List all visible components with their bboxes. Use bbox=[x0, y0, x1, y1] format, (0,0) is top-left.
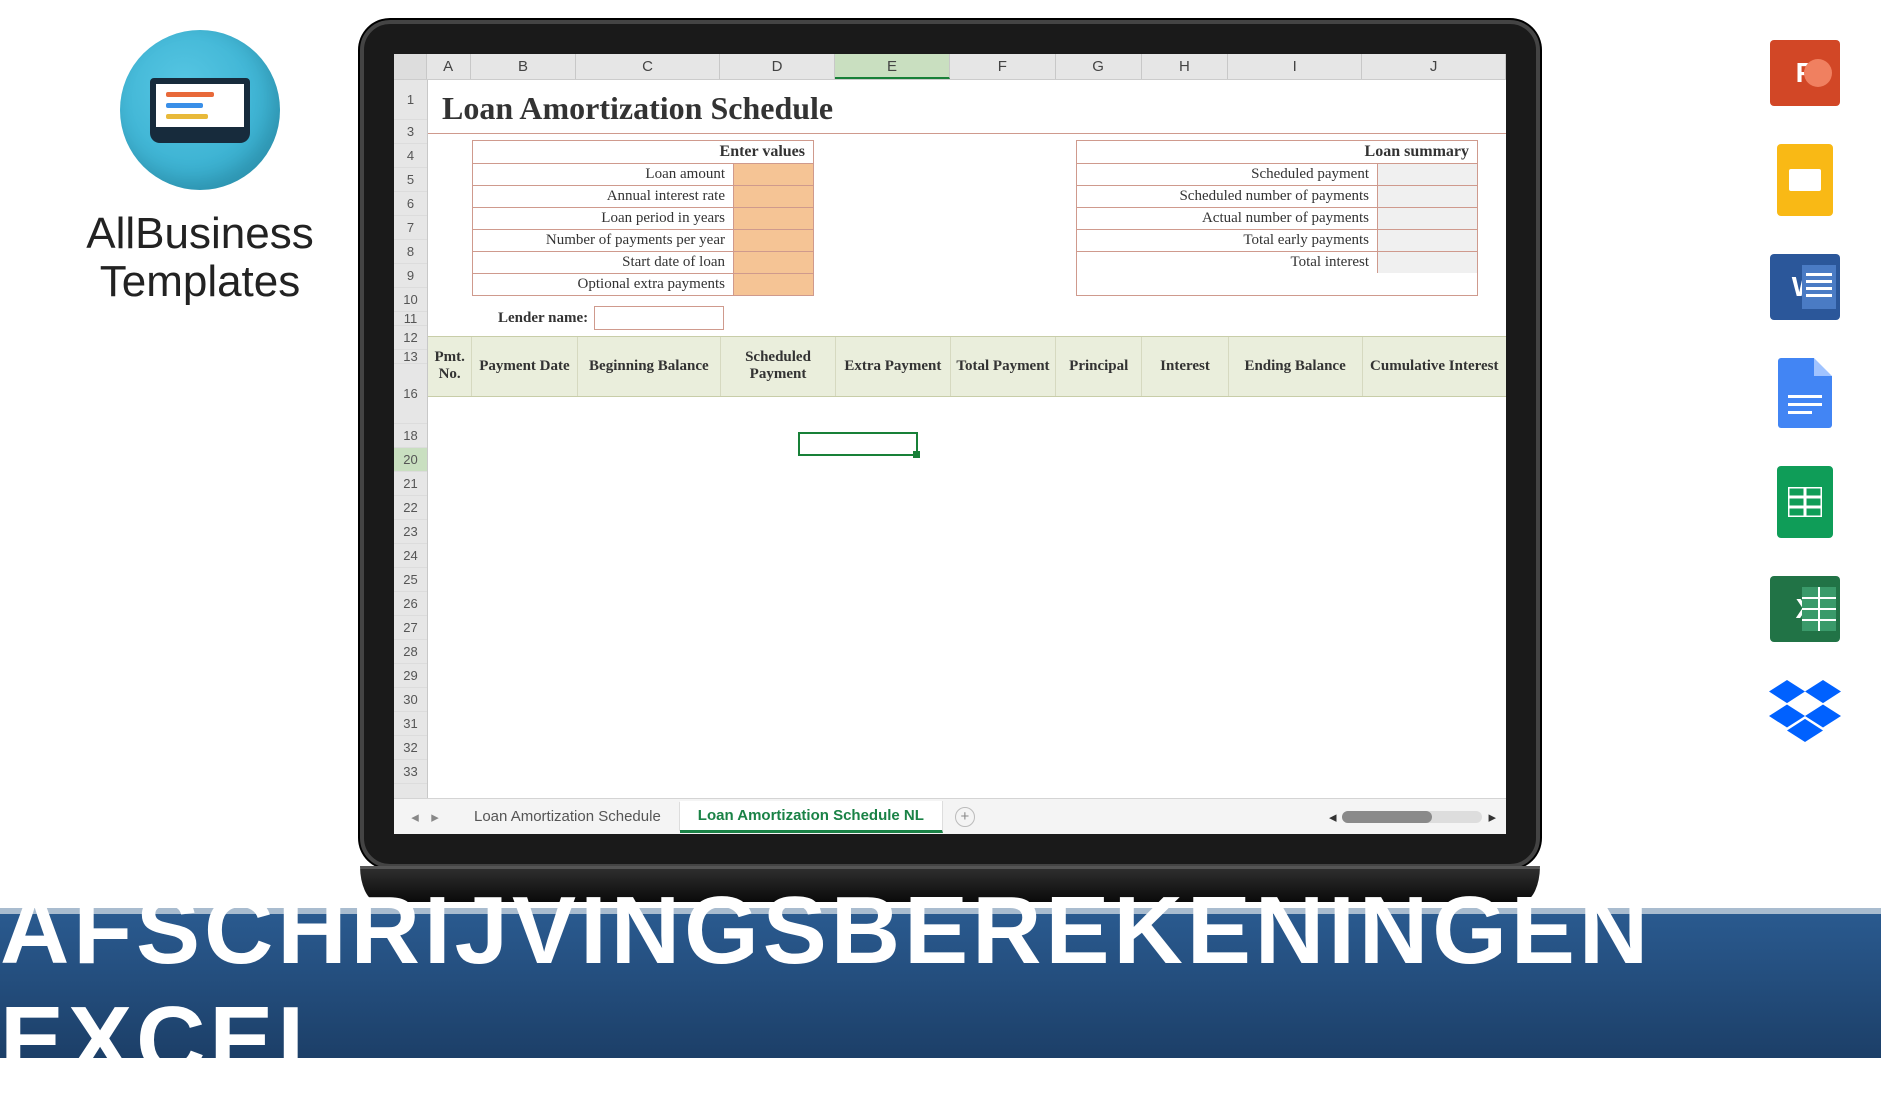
row-num[interactable]: 25 bbox=[394, 568, 427, 592]
start-date-input[interactable] bbox=[733, 252, 813, 273]
sheet-title: Loan Amortization Schedule bbox=[428, 80, 1506, 134]
row-num[interactable]: 16 bbox=[394, 364, 427, 424]
enter-values-box: Enter values Loan amount Annual interest… bbox=[472, 140, 814, 296]
row-num[interactable]: 18 bbox=[394, 424, 427, 448]
row-num[interactable]: 23 bbox=[394, 520, 427, 544]
row-num[interactable]: 22 bbox=[394, 496, 427, 520]
hscroll-right-icon[interactable]: ▸ bbox=[1488, 808, 1496, 826]
col-A[interactable]: A bbox=[427, 54, 471, 79]
scheduled-payment-cell bbox=[1377, 164, 1477, 185]
google-sheets-icon[interactable] bbox=[1777, 466, 1833, 538]
row-num[interactable]: 13 bbox=[394, 350, 427, 364]
app-icons-column: P W X bbox=[1769, 40, 1841, 747]
add-sheet-button[interactable]: + bbox=[955, 807, 975, 827]
dropbox-icon[interactable] bbox=[1769, 680, 1841, 747]
sheet-tabs-bar: ◂ ▸ Loan Amortization Schedule Loan Amor… bbox=[394, 798, 1506, 834]
col-D[interactable]: D bbox=[720, 54, 835, 79]
loan-summary-header: Loan summary bbox=[1077, 141, 1477, 163]
row-num[interactable]: 32 bbox=[394, 736, 427, 760]
hscroll-thumb[interactable] bbox=[1342, 811, 1432, 823]
row-num[interactable]: 33 bbox=[394, 760, 427, 784]
lender-label: Lender name: bbox=[498, 310, 588, 327]
row-num[interactable]: 30 bbox=[394, 688, 427, 712]
logo-text-line1: AllBusiness bbox=[80, 210, 320, 258]
excel-app: A B C D E F G H I J 1 3 4 5 6 7 8 9 bbox=[394, 54, 1506, 834]
row-num[interactable]: 7 bbox=[394, 216, 427, 240]
col-C[interactable]: C bbox=[576, 54, 720, 79]
row-num[interactable]: 11 bbox=[394, 312, 427, 326]
col-I[interactable]: I bbox=[1228, 54, 1362, 79]
tab-nav-first-icon[interactable]: ◂ bbox=[406, 808, 424, 826]
row-num[interactable]: 28 bbox=[394, 640, 427, 664]
extra-payments-input[interactable] bbox=[733, 274, 813, 295]
col-E[interactable]: E bbox=[835, 54, 950, 79]
row-num[interactable]: 24 bbox=[394, 544, 427, 568]
selected-cell[interactable] bbox=[798, 432, 918, 456]
interest-rate-input[interactable] bbox=[733, 186, 813, 207]
lender-name-input[interactable] bbox=[594, 306, 724, 330]
google-slides-icon[interactable] bbox=[1777, 144, 1833, 216]
loan-period-input[interactable] bbox=[733, 208, 813, 229]
brand-logo: AllBusiness Templates bbox=[80, 30, 320, 307]
sheet-content[interactable]: Loan Amortization Schedule Enter values … bbox=[428, 80, 1506, 798]
row-num[interactable]: 20 bbox=[394, 448, 427, 472]
enter-values-header: Enter values bbox=[473, 141, 813, 163]
hscroll-track[interactable] bbox=[1342, 811, 1482, 823]
row-num[interactable]: 29 bbox=[394, 664, 427, 688]
word-icon[interactable]: W bbox=[1770, 254, 1840, 320]
payments-per-year-input[interactable] bbox=[733, 230, 813, 251]
row-num[interactable]: 27 bbox=[394, 616, 427, 640]
row-num[interactable]: 1 bbox=[394, 80, 427, 120]
tab-loan-amortization[interactable]: Loan Amortization Schedule bbox=[456, 802, 680, 831]
row-num[interactable]: 6 bbox=[394, 192, 427, 216]
col-F[interactable]: F bbox=[950, 54, 1055, 79]
col-J[interactable]: J bbox=[1362, 54, 1506, 79]
row-num[interactable]: 26 bbox=[394, 592, 427, 616]
logo-text-line2: Templates bbox=[80, 258, 320, 306]
row-num[interactable]: 12 bbox=[394, 326, 427, 350]
laptop-mockup: A B C D E F G H I J 1 3 4 5 6 7 8 9 bbox=[360, 20, 1540, 902]
col-G[interactable]: G bbox=[1056, 54, 1142, 79]
row-num[interactable]: 31 bbox=[394, 712, 427, 736]
row-num[interactable]: 8 bbox=[394, 240, 427, 264]
tab-loan-amortization-nl[interactable]: Loan Amortization Schedule NL bbox=[680, 801, 943, 833]
logo-badge bbox=[120, 30, 280, 190]
excel-icon[interactable]: X bbox=[1770, 576, 1840, 642]
row-num[interactable]: 9 bbox=[394, 264, 427, 288]
col-H[interactable]: H bbox=[1142, 54, 1228, 79]
footer-title: AFSCHRIJVINGSBEREKENINGEN EXCEL bbox=[0, 876, 1881, 1096]
tab-nav-prev-icon[interactable]: ▸ bbox=[426, 808, 444, 826]
total-interest-cell bbox=[1377, 252, 1477, 273]
footer-banner: AFSCHRIJVINGSBEREKENINGEN EXCEL bbox=[0, 908, 1881, 1058]
col-B[interactable]: B bbox=[471, 54, 576, 79]
row-num[interactable]: 4 bbox=[394, 144, 427, 168]
row-number-gutter: 1 3 4 5 6 7 8 9 10 11 12 13 16 18 20 21 … bbox=[394, 80, 428, 798]
powerpoint-icon[interactable]: P bbox=[1770, 40, 1840, 106]
schedule-header-row: Pmt. No. Payment Date Beginning Balance … bbox=[428, 336, 1506, 397]
row-num[interactable]: 10 bbox=[394, 288, 427, 312]
actual-num-payments-cell bbox=[1377, 208, 1477, 229]
total-early-payments-cell bbox=[1377, 230, 1477, 251]
google-docs-icon[interactable] bbox=[1778, 358, 1832, 428]
loan-amount-input[interactable] bbox=[733, 164, 813, 185]
loan-summary-box: Loan summary Scheduled payment Scheduled… bbox=[1076, 140, 1478, 296]
row-num[interactable]: 21 bbox=[394, 472, 427, 496]
row-num[interactable]: 3 bbox=[394, 120, 427, 144]
row-num[interactable]: 5 bbox=[394, 168, 427, 192]
hscroll-left-icon[interactable]: ◂ bbox=[1329, 808, 1337, 826]
column-header-row: A B C D E F G H I J bbox=[394, 54, 1506, 80]
scheduled-num-payments-cell bbox=[1377, 186, 1477, 207]
